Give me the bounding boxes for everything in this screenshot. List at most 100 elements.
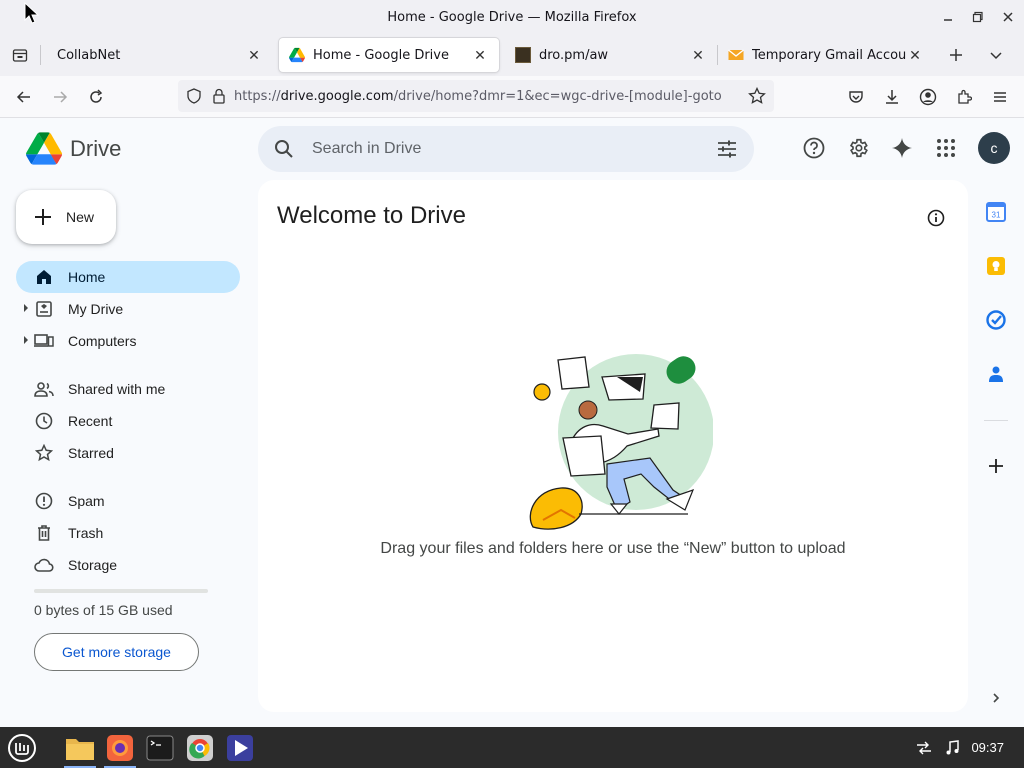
url-prefix: https://: [234, 88, 281, 104]
drive-logo[interactable]: Drive: [26, 132, 121, 165]
lock-icon[interactable]: [212, 88, 226, 104]
menu-icon[interactable]: [4, 730, 40, 766]
header-actions: c: [798, 132, 1010, 164]
sidebar-item-storage[interactable]: Storage: [16, 549, 240, 581]
apps-grid-icon[interactable]: [930, 132, 962, 164]
shared-people-icon: [34, 379, 54, 399]
close-tab-icon[interactable]: ✕: [471, 46, 489, 64]
extensions-icon[interactable]: [948, 81, 980, 113]
search-input[interactable]: Search in Drive: [312, 140, 716, 158]
close-tab-icon[interactable]: ✕: [245, 46, 263, 64]
sidebar-item-label: My Drive: [68, 301, 124, 317]
tab-dropm[interactable]: dro.pm/aw ✕: [505, 38, 717, 72]
google-drive-icon: [289, 47, 305, 63]
download-icon[interactable]: [876, 81, 908, 113]
chevron-right-icon[interactable]: [984, 686, 1008, 710]
help-icon[interactable]: [798, 132, 830, 164]
side-panel-divider: [984, 420, 1008, 421]
account-icon[interactable]: [912, 81, 944, 113]
shield-icon[interactable]: [186, 88, 202, 104]
navigation-toolbar: https://drive.google.com/drive/home?dmr=…: [0, 76, 1024, 118]
sidebar-item-home[interactable]: Home: [16, 261, 240, 293]
my-drive-icon: [34, 299, 54, 319]
maximize-icon[interactable]: [970, 9, 986, 25]
url-text: https://drive.google.com/drive/home?dmr=…: [234, 89, 742, 104]
storage-progress-bar: [34, 589, 208, 593]
sidebar-item-label: Trash: [68, 525, 104, 541]
files-icon[interactable]: [62, 730, 98, 768]
empty-drive-illustration: [529, 354, 713, 530]
tasks-icon[interactable]: [984, 308, 1008, 332]
settings-gear-icon[interactable]: [842, 132, 874, 164]
sidebar-item-shared[interactable]: Shared with me: [16, 373, 240, 405]
search-icon[interactable]: [274, 139, 294, 159]
pocket-icon[interactable]: [840, 81, 872, 113]
sidebar-item-label: Starred: [68, 445, 114, 461]
expand-caret-icon[interactable]: [24, 336, 28, 344]
hamburger-menu-icon[interactable]: [984, 81, 1016, 113]
url-bar[interactable]: https://drive.google.com/drive/home?dmr=…: [178, 80, 774, 112]
calendar-day: 31: [992, 211, 1001, 220]
forward-arrow-icon[interactable]: [44, 81, 76, 113]
minimize-icon[interactable]: [940, 9, 956, 25]
url-path: /drive/home?dmr=1&ec=wgc-drive-[module]-…: [393, 88, 722, 104]
back-arrow-icon[interactable]: [8, 81, 40, 113]
contacts-icon[interactable]: [984, 362, 1008, 386]
volume-music-icon[interactable]: [945, 739, 960, 756]
mouse-cursor-icon: [24, 2, 40, 24]
chevron-down-icon[interactable]: [980, 39, 1012, 71]
media-player-icon[interactable]: [222, 730, 258, 766]
tab-title: Temporary Gmail Account |: [752, 47, 906, 63]
sidebar-item-trash[interactable]: Trash: [16, 517, 240, 549]
plus-icon: [35, 209, 51, 225]
sidebar-item-recent[interactable]: Recent: [16, 405, 240, 437]
calendar-icon[interactable]: 31: [984, 200, 1008, 224]
tab-title: dro.pm/aw: [539, 47, 609, 63]
sidebar-item-label: Computers: [68, 333, 137, 349]
firefox-icon[interactable]: [102, 730, 138, 768]
network-icon[interactable]: [915, 740, 933, 756]
gemini-sparkle-icon[interactable]: [886, 132, 918, 164]
close-window-icon[interactable]: [1000, 9, 1016, 25]
new-tab-icon[interactable]: [940, 39, 972, 71]
avatar[interactable]: c: [978, 132, 1010, 164]
search-bar[interactable]: Search in Drive: [258, 126, 754, 172]
sidebar-item-my-drive[interactable]: My Drive: [16, 293, 240, 325]
bookmark-star-icon[interactable]: [748, 87, 766, 105]
home-icon: [34, 267, 54, 287]
page-title: Welcome to Drive: [277, 202, 466, 229]
sidebar-item-spam[interactable]: Spam: [16, 485, 240, 517]
list-all-tabs-icon[interactable]: [0, 34, 40, 76]
info-icon[interactable]: [924, 206, 948, 230]
get-more-storage-button[interactable]: Get more storage: [34, 633, 199, 671]
close-tab-icon[interactable]: ✕: [689, 46, 707, 64]
dropm-icon: [515, 47, 531, 63]
tab-temp-gmail[interactable]: Temporary Gmail Account | ✕: [718, 38, 934, 72]
clock-icon: [34, 411, 54, 431]
mail-icon: [728, 49, 744, 60]
computers-icon: [34, 331, 54, 351]
add-addon-icon[interactable]: [984, 454, 1008, 478]
clock[interactable]: 09:37: [971, 740, 1004, 755]
tab-title: CollabNet: [57, 47, 121, 63]
new-button[interactable]: New: [16, 190, 116, 244]
star-icon: [34, 443, 54, 463]
window-titlebar: Home - Google Drive — Mozilla Firefox: [0, 0, 1024, 34]
tab-title: Home - Google Drive: [313, 47, 449, 63]
expand-caret-icon[interactable]: [24, 304, 28, 312]
reload-icon[interactable]: [80, 81, 112, 113]
chrome-icon[interactable]: [182, 730, 218, 766]
terminal-icon[interactable]: [142, 730, 178, 766]
window-title: Home - Google Drive — Mozilla Firefox: [387, 9, 637, 25]
sidebar-item-label: Home: [68, 269, 106, 285]
keep-icon[interactable]: [984, 254, 1008, 278]
search-options-icon[interactable]: [716, 138, 738, 160]
close-tab-icon[interactable]: ✕: [906, 46, 924, 64]
tab-google-drive[interactable]: Home - Google Drive ✕: [279, 38, 499, 72]
tab-collabnet[interactable]: CollabNet ✕: [47, 38, 273, 72]
tab-bar: CollabNet ✕ Home - Google Drive ✕ dro.pm…: [0, 34, 1024, 76]
sidebar-item-computers[interactable]: Computers: [16, 325, 240, 357]
sidebar-item-starred[interactable]: Starred: [16, 437, 240, 469]
